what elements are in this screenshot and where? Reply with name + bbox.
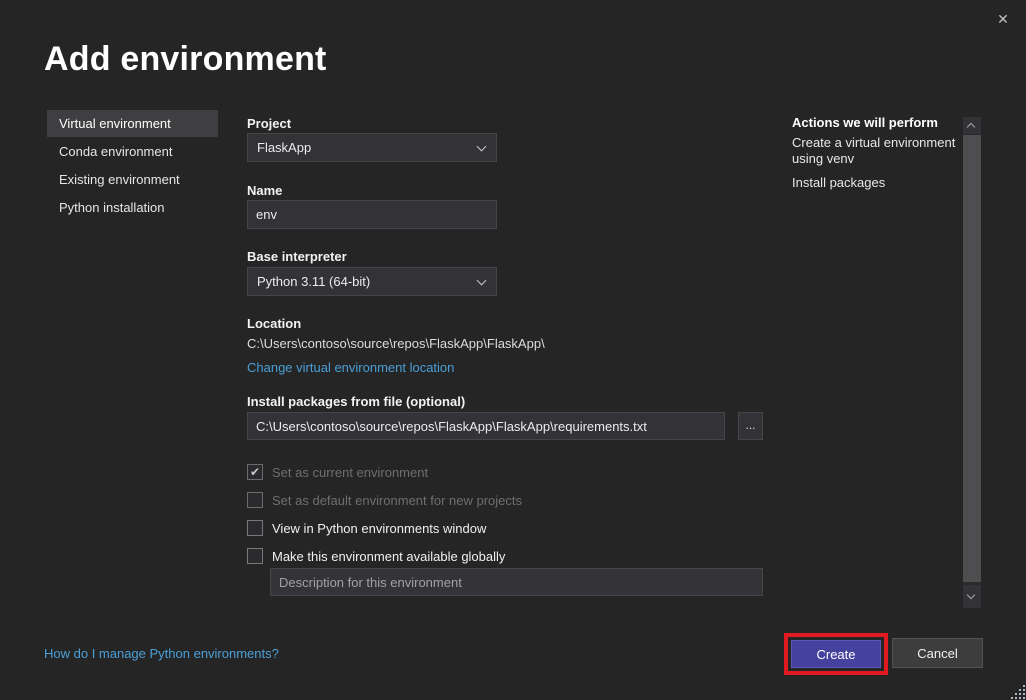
sidebar-item-conda-environment[interactable]: Conda environment [47, 138, 218, 165]
chevron-up-icon [967, 123, 975, 131]
action-item: Create a virtual environment using venv [792, 135, 970, 167]
environment-type-list: Virtual environment Conda environment Ex… [47, 110, 218, 222]
create-button[interactable]: Create [791, 640, 881, 668]
name-input[interactable] [247, 200, 497, 229]
scrollbar-thumb[interactable] [963, 135, 981, 582]
project-dropdown[interactable]: FlaskApp [247, 133, 497, 162]
sidebar-item-python-installation[interactable]: Python installation [47, 194, 218, 221]
chevron-down-icon [477, 142, 487, 152]
checkbox-label: View in Python environments window [272, 521, 486, 536]
project-dropdown-value: FlaskApp [257, 140, 311, 155]
name-label: Name [247, 183, 282, 198]
location-label: Location [247, 316, 301, 331]
location-path: C:\Users\contoso\source\repos\FlaskApp\F… [247, 336, 545, 351]
description-input[interactable] [270, 568, 763, 596]
annotation-highlight-box: Create [784, 633, 888, 675]
set-current-environment-checkbox[interactable] [247, 464, 263, 480]
sidebar-item-virtual-environment[interactable]: Virtual environment [47, 110, 218, 137]
sidebar-item-existing-environment[interactable]: Existing environment [47, 166, 218, 193]
add-environment-dialog: ✕ Add environment Virtual environment Co… [0, 0, 1026, 700]
set-default-environment-checkbox[interactable] [247, 492, 263, 508]
chevron-down-icon [967, 591, 975, 599]
checkbox-label: Make this environment available globally [272, 549, 505, 564]
close-icon[interactable]: ✕ [992, 8, 1014, 30]
install-packages-label: Install packages from file (optional) [247, 394, 465, 409]
chevron-down-icon [477, 276, 487, 286]
manage-environments-help-link[interactable]: How do I manage Python environments? [44, 646, 279, 661]
base-interpreter-dropdown-value: Python 3.11 (64-bit) [257, 274, 370, 289]
scroll-up-button[interactable] [963, 117, 981, 134]
view-python-environments-checkbox[interactable] [247, 520, 263, 536]
actions-panel-title: Actions we will perform [792, 115, 970, 130]
base-interpreter-dropdown[interactable]: Python 3.11 (64-bit) [247, 267, 497, 296]
project-label: Project [247, 116, 291, 131]
actions-panel: Actions we will perform Create a virtual… [792, 115, 970, 199]
checkbox-label: Set as current environment [272, 465, 428, 480]
change-location-link[interactable]: Change virtual environment location [247, 360, 454, 375]
base-interpreter-label: Base interpreter [247, 249, 347, 264]
action-item: Install packages [792, 175, 970, 191]
make-available-globally-checkbox[interactable] [247, 548, 263, 564]
cancel-button[interactable]: Cancel [892, 638, 983, 668]
dialog-title: Add environment [44, 40, 327, 79]
browse-button[interactable]: ... [738, 412, 763, 440]
checkbox-label: Set as default environment for new proje… [272, 493, 522, 508]
requirements-file-input[interactable] [247, 412, 725, 440]
actions-panel-scrollbar[interactable] [963, 117, 981, 608]
scroll-down-button[interactable] [963, 585, 981, 608]
resize-grip-icon[interactable] [1011, 685, 1025, 699]
